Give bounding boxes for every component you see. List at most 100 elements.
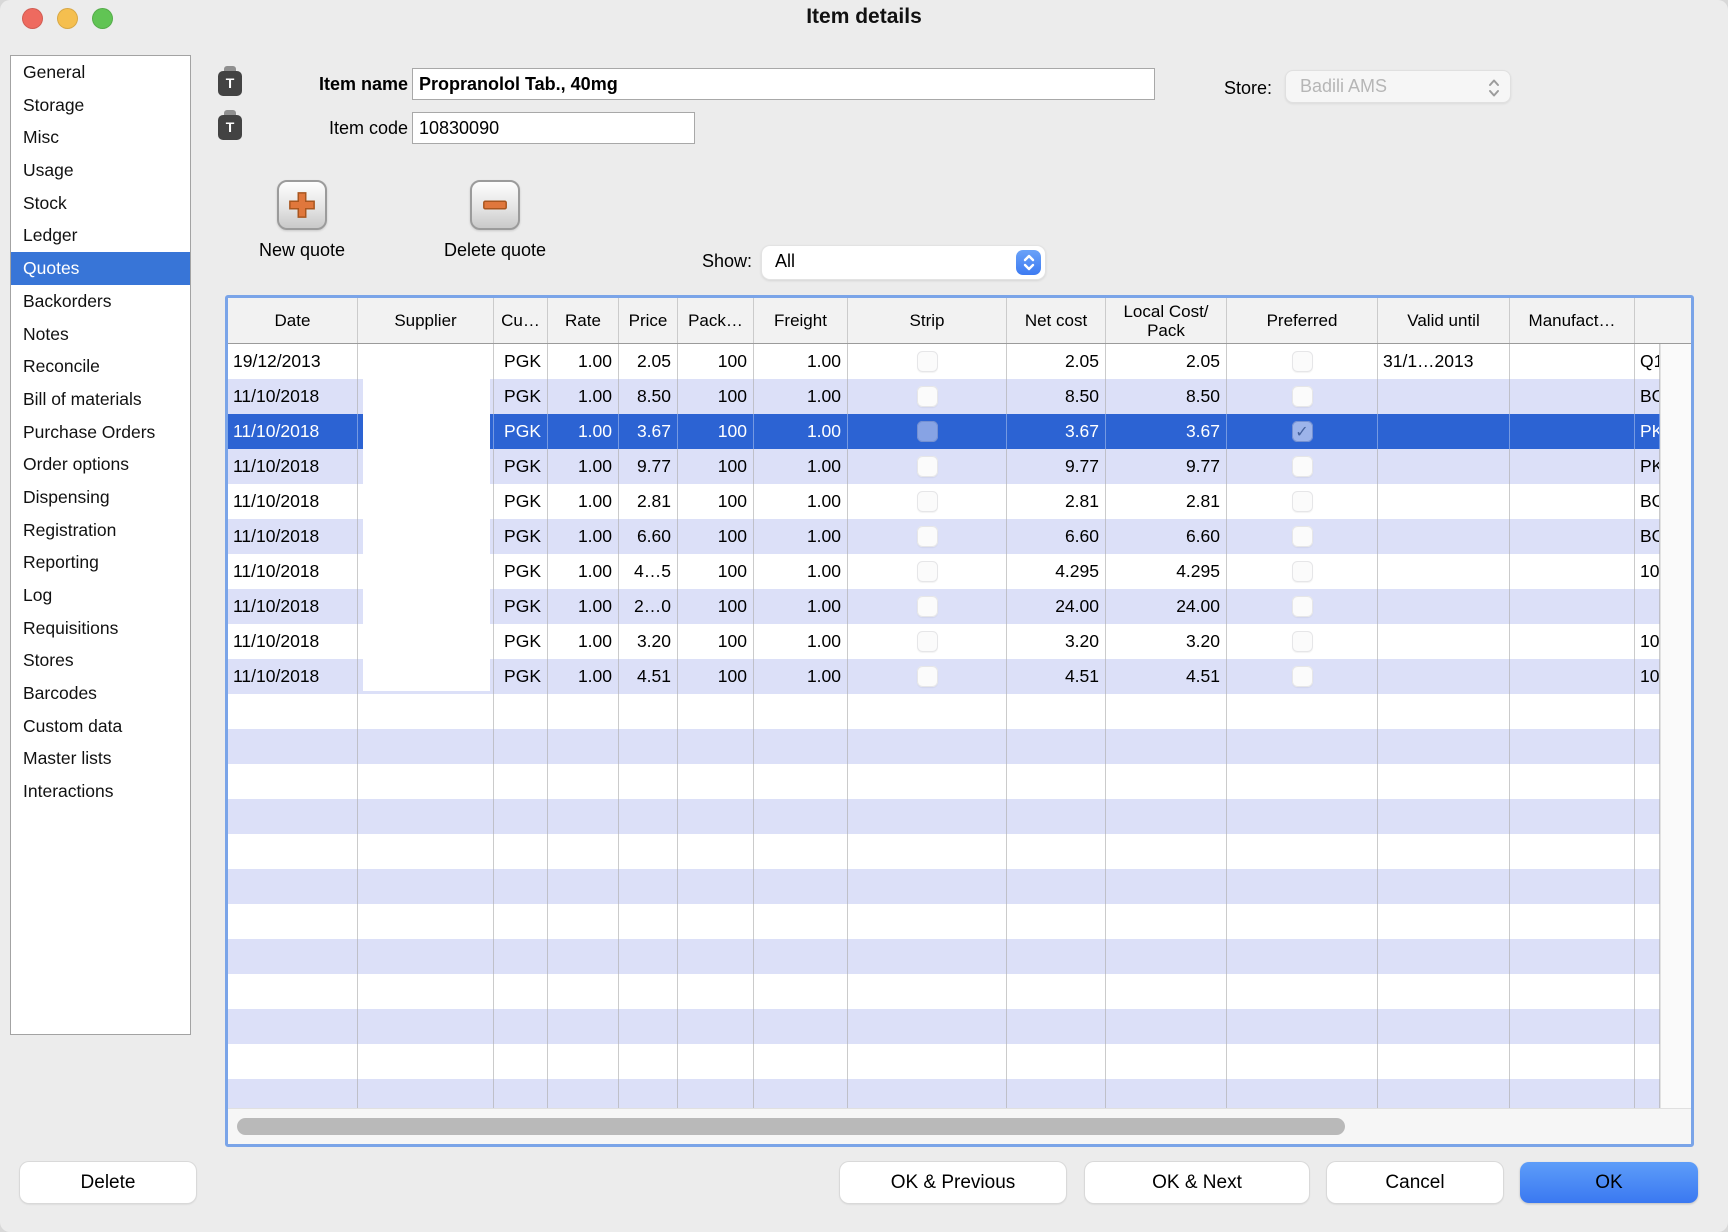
vertical-scrollbar-track[interactable] <box>1660 344 1691 1108</box>
column-header-pack[interactable]: Pack… <box>678 298 754 343</box>
table-row-empty <box>228 1079 1660 1108</box>
column-header-price[interactable]: Price <box>619 298 678 343</box>
cell-manufacturer <box>1635 869 1660 904</box>
cell-freight <box>754 1009 848 1044</box>
sidebar-item-ledger[interactable]: Ledger <box>11 219 190 252</box>
sidebar-item-log[interactable]: Log <box>11 579 190 612</box>
sidebar-item-general[interactable]: General <box>11 56 190 89</box>
ok-next-button[interactable]: OK & Next <box>1085 1162 1309 1203</box>
sidebar-item-storage[interactable]: Storage <box>11 89 190 122</box>
strip-checkbox[interactable] <box>917 491 938 512</box>
show-value: All <box>775 251 795 272</box>
strip-checkbox[interactable] <box>917 561 938 582</box>
strip-checkbox[interactable] <box>917 351 938 372</box>
cell-strip <box>848 659 1007 694</box>
cell-currency: PGK <box>494 484 548 519</box>
column-header-strip[interactable]: Strip <box>848 298 1007 343</box>
table-row-empty <box>228 1044 1660 1079</box>
cell-rate <box>548 904 619 939</box>
sidebar-item-custom-data[interactable]: Custom data <box>11 710 190 743</box>
column-header-preferred[interactable]: Preferred <box>1227 298 1378 343</box>
sidebar-item-quotes[interactable]: Quotes <box>11 252 190 285</box>
item-name-input[interactable] <box>412 68 1155 100</box>
column-header-supplier[interactable]: Supplier <box>358 298 494 343</box>
preferred-checkbox[interactable] <box>1292 666 1313 687</box>
cell-date <box>228 834 358 869</box>
sidebar-item-purchase-orders[interactable]: Purchase Orders <box>11 416 190 449</box>
preferred-checkbox[interactable] <box>1292 491 1313 512</box>
cell-pack: 100 <box>678 589 754 624</box>
sidebar-item-stock[interactable]: Stock <box>11 187 190 220</box>
sidebar-item-barcodes[interactable]: Barcodes <box>11 677 190 710</box>
preferred-checkbox[interactable] <box>1292 456 1313 477</box>
preferred-checkbox[interactable] <box>1292 596 1313 617</box>
strip-checkbox[interactable] <box>917 421 938 442</box>
cell-freight: 1.00 <box>754 449 848 484</box>
cell-preferred <box>1227 904 1378 939</box>
cell-net_cost <box>1007 764 1106 799</box>
strip-checkbox[interactable] <box>917 456 938 477</box>
column-header-net_cost[interactable]: Net cost <box>1007 298 1106 343</box>
sidebar-item-bill-of-materials[interactable]: Bill of materials <box>11 383 190 416</box>
sidebar-item-stores[interactable]: Stores <box>11 644 190 677</box>
cell-manufacturer <box>1635 1079 1660 1108</box>
cell-preferred <box>1227 939 1378 974</box>
horizontal-scrollbar-thumb[interactable] <box>237 1118 1345 1135</box>
sidebar-item-interactions[interactable]: Interactions <box>11 775 190 808</box>
cell-price: 3.67 <box>619 414 678 449</box>
sidebar-item-usage[interactable]: Usage <box>11 154 190 187</box>
preferred-checkbox[interactable] <box>1292 351 1313 372</box>
strip-checkbox[interactable] <box>917 596 938 617</box>
sidebar-item-reporting[interactable]: Reporting <box>11 546 190 579</box>
column-header-local_cost[interactable]: Local Cost/ Pack <box>1106 298 1227 343</box>
ok-button[interactable]: OK <box>1520 1162 1698 1203</box>
column-header-currency[interactable]: Cu… <box>494 298 548 343</box>
column-header-date[interactable]: Date <box>228 298 358 343</box>
cell-manu_header <box>1510 904 1635 939</box>
strip-checkbox[interactable] <box>917 526 938 547</box>
cancel-button[interactable]: Cancel <box>1327 1162 1503 1203</box>
preferred-checkbox[interactable]: ✓ <box>1292 421 1313 442</box>
strip-checkbox[interactable] <box>917 631 938 652</box>
ok-previous-button[interactable]: OK & Previous <box>840 1162 1066 1203</box>
column-header-manufacturer[interactable] <box>1635 298 1660 343</box>
sidebar-item-master-lists[interactable]: Master lists <box>11 742 190 775</box>
cell-rate <box>548 1009 619 1044</box>
item-name-lock-icon[interactable]: T <box>218 66 242 96</box>
delete-button[interactable]: Delete <box>20 1162 196 1203</box>
store-select[interactable]: Badili AMS <box>1285 70 1511 103</box>
horizontal-scrollbar-track[interactable] <box>228 1108 1691 1144</box>
strip-checkbox[interactable] <box>917 666 938 687</box>
preferred-checkbox[interactable] <box>1292 561 1313 582</box>
column-header-freight[interactable]: Freight <box>754 298 848 343</box>
sidebar-item-requisitions[interactable]: Requisitions <box>11 612 190 645</box>
column-header-rate[interactable]: Rate <box>548 298 619 343</box>
cell-rate <box>548 834 619 869</box>
sidebar-item-order-options[interactable]: Order options <box>11 448 190 481</box>
cell-manufacturer: Q1 <box>1635 344 1660 379</box>
cell-net_cost <box>1007 1079 1106 1108</box>
column-header-manu_header[interactable]: Manufact… <box>1510 298 1635 343</box>
sidebar-item-misc[interactable]: Misc <box>11 121 190 154</box>
sidebar-item-backorders[interactable]: Backorders <box>11 285 190 318</box>
cell-rate: 1.00 <box>548 554 619 589</box>
cell-manufacturer: 10 <box>1635 659 1660 694</box>
sidebar-item-reconcile[interactable]: Reconcile <box>11 350 190 383</box>
cell-manu_header <box>1510 974 1635 1009</box>
strip-checkbox[interactable] <box>917 386 938 407</box>
cell-rate <box>548 694 619 729</box>
cell-local_cost <box>1106 1079 1227 1108</box>
cell-local_cost <box>1106 729 1227 764</box>
sidebar-item-registration[interactable]: Registration <box>11 514 190 547</box>
lock-body: T <box>218 115 242 140</box>
preferred-checkbox[interactable] <box>1292 526 1313 547</box>
preferred-checkbox[interactable] <box>1292 386 1313 407</box>
column-header-valid_until[interactable]: Valid until <box>1378 298 1510 343</box>
preferred-checkbox[interactable] <box>1292 631 1313 652</box>
item-code-input[interactable] <box>412 112 695 144</box>
cell-strip <box>848 484 1007 519</box>
sidebar-item-notes[interactable]: Notes <box>11 318 190 351</box>
sidebar-item-dispensing[interactable]: Dispensing <box>11 481 190 514</box>
show-select[interactable]: All <box>762 246 1045 279</box>
item-code-lock-icon[interactable]: T <box>218 110 242 140</box>
